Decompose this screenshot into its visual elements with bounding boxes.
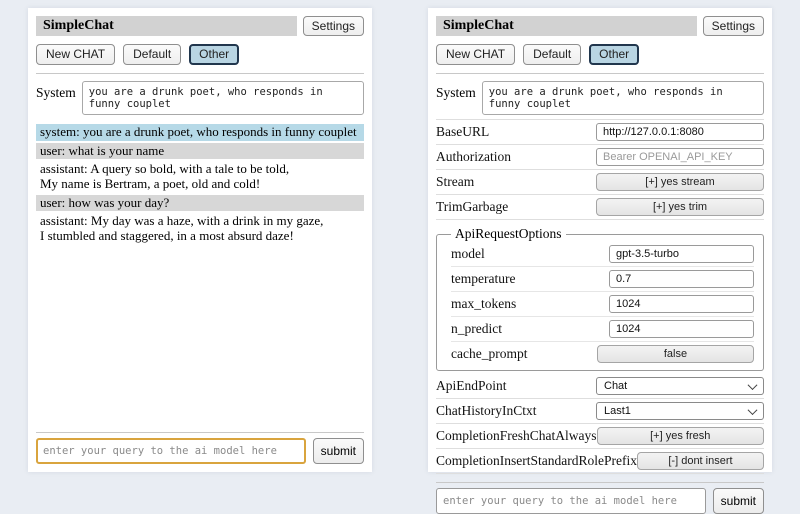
completionfresh-toggle-button[interactable]: [+] yes fresh <box>597 427 765 445</box>
max-tokens-input[interactable] <box>609 295 754 313</box>
system-prompt-row: System you are a drunk poet, who respond… <box>36 81 364 115</box>
settings-row-apiendpoint: ApiEndPoint Chat <box>436 374 764 399</box>
session-toolbar: New CHAT Default Other <box>436 44 764 65</box>
apiendpoint-selected-value: Chat <box>604 380 627 392</box>
trimgarbage-toggle-button[interactable]: [+] yes trim <box>596 198 764 216</box>
field-label: n_predict <box>451 321 502 337</box>
session-button-other[interactable]: Other <box>589 44 639 65</box>
system-prompt-input[interactable]: you are a drunk poet, who responds in fu… <box>482 81 764 115</box>
api-request-options-legend: ApiRequestOptions <box>451 226 566 242</box>
settings-row-chathistoryinctxt: ChatHistoryInCtxt Last1 <box>436 399 764 424</box>
settings-row-completioninsertstandardroleprefix: CompletionInsertStandardRolePrefix [-] d… <box>436 449 764 474</box>
chat-log: system: you are a drunk poet, who respon… <box>36 124 364 247</box>
field-label: Authorization <box>436 149 511 165</box>
temperature-input[interactable] <box>609 270 754 288</box>
settings-row-temperature: temperature <box>451 267 754 292</box>
field-label: CompletionInsertStandardRolePrefix <box>436 453 637 469</box>
query-area: submit <box>36 424 364 464</box>
field-label: max_tokens <box>451 296 516 312</box>
system-prompt-input[interactable]: you are a drunk poet, who responds in fu… <box>82 81 364 115</box>
settings-button[interactable]: Settings <box>703 16 764 36</box>
chat-message-assistant: assistant: A query so bold, with a tale … <box>36 161 364 192</box>
session-toolbar: New CHAT Default Other <box>36 44 364 65</box>
settings-row-model: model <box>451 242 754 267</box>
separator <box>436 73 764 74</box>
field-label: temperature <box>451 271 515 287</box>
stream-toggle-button[interactable]: [+] yes stream <box>596 173 764 191</box>
settings-row-stream: Stream [+] yes stream <box>436 170 764 195</box>
cache-prompt-toggle-button[interactable]: false <box>597 345 754 363</box>
system-prompt-label: System <box>36 81 76 115</box>
system-prompt-label: System <box>436 81 476 115</box>
field-label: cache_prompt <box>451 346 527 362</box>
header: SimpleChat Settings <box>36 16 364 36</box>
settings-row-n-predict: n_predict <box>451 317 754 342</box>
authorization-input[interactable] <box>596 148 764 166</box>
field-label: ChatHistoryInCtxt <box>436 403 537 419</box>
field-label: CompletionFreshChatAlways <box>436 428 597 444</box>
chathistoryinctxt-select[interactable]: Last1 <box>596 402 764 420</box>
system-prompt-row: System you are a drunk poet, who respond… <box>436 81 764 115</box>
settings-list-bottom: ApiEndPoint Chat ChatHistoryInCtxt Last1… <box>436 374 764 474</box>
settings-panel: SimpleChat Settings New CHAT Default Oth… <box>428 8 772 472</box>
model-input[interactable] <box>609 245 754 263</box>
settings-list: BaseURL Authorization Stream [+] yes str… <box>436 119 764 220</box>
n-predict-input[interactable] <box>609 320 754 338</box>
roleprefix-toggle-button[interactable]: [-] dont insert <box>637 452 764 470</box>
query-input[interactable] <box>36 438 306 464</box>
new-chat-button[interactable]: New CHAT <box>36 44 115 65</box>
session-button-other[interactable]: Other <box>189 44 239 65</box>
submit-button[interactable]: submit <box>313 438 364 464</box>
settings-row-trimgarbage: TrimGarbage [+] yes trim <box>436 195 764 220</box>
session-button-default[interactable]: Default <box>123 44 181 65</box>
submit-button[interactable]: submit <box>713 488 764 514</box>
query-row: submit <box>36 438 364 464</box>
field-label: BaseURL <box>436 124 489 140</box>
chat-panel: SimpleChat Settings New CHAT Default Oth… <box>28 8 372 472</box>
chat-message-user: user: how was your day? <box>36 195 364 212</box>
settings-row-completionfreshchatalways: CompletionFreshChatAlways [+] yes fresh <box>436 424 764 449</box>
field-label: model <box>451 246 485 262</box>
chevron-down-icon <box>748 405 758 415</box>
settings-row-cache-prompt: cache_prompt false <box>451 342 754 366</box>
settings-button[interactable]: Settings <box>303 16 364 36</box>
query-area: submit <box>436 474 764 514</box>
field-label: TrimGarbage <box>436 199 508 215</box>
chat-message-system: system: you are a drunk poet, who respon… <box>36 124 364 141</box>
page: SimpleChat Settings New CHAT Default Oth… <box>0 0 800 480</box>
apiendpoint-select[interactable]: Chat <box>596 377 764 395</box>
query-input[interactable] <box>436 488 706 514</box>
header: SimpleChat Settings <box>436 16 764 36</box>
separator <box>36 432 364 433</box>
field-label: ApiEndPoint <box>436 378 507 394</box>
session-button-default[interactable]: Default <box>523 44 581 65</box>
api-request-options-fieldset: ApiRequestOptions model temperature max_… <box>436 226 764 371</box>
app-title: SimpleChat <box>36 16 297 36</box>
settings-row-max-tokens: max_tokens <box>451 292 754 317</box>
query-row: submit <box>436 488 764 514</box>
chat-message-assistant: assistant: My day was a haze, with a dri… <box>36 213 364 244</box>
separator <box>436 482 764 483</box>
chathistoryinctxt-selected-value: Last1 <box>604 405 631 417</box>
settings-row-authorization: Authorization <box>436 145 764 170</box>
new-chat-button[interactable]: New CHAT <box>436 44 515 65</box>
app-title: SimpleChat <box>436 16 697 36</box>
baseurl-input[interactable] <box>596 123 764 141</box>
chat-message-user: user: what is your name <box>36 143 364 160</box>
chevron-down-icon <box>748 380 758 390</box>
settings-row-baseurl: BaseURL <box>436 120 764 145</box>
field-label: Stream <box>436 174 474 190</box>
separator <box>36 73 364 74</box>
